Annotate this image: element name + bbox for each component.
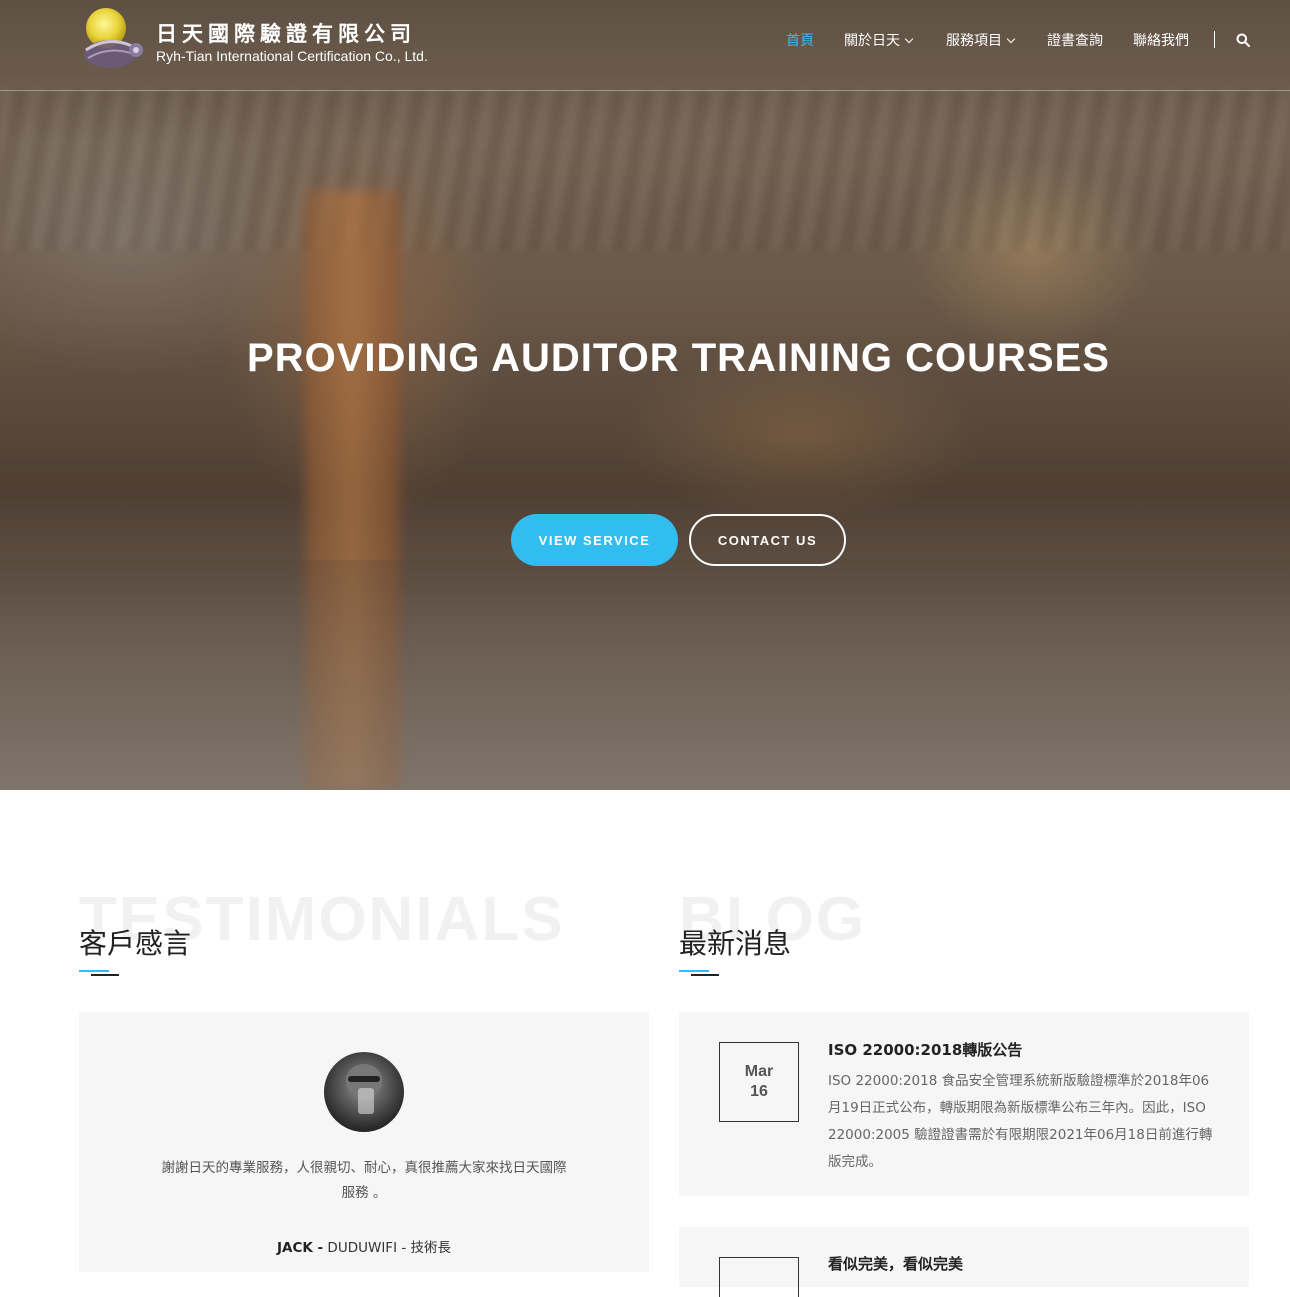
hero-title: PROVIDING AUDITOR TRAINING COURSES xyxy=(247,336,1110,380)
post-excerpt: ISO 22000:2018 食品安全管理系統新版驗證標準於2018年06月19… xyxy=(828,1073,1213,1170)
nav-item-label: 聯絡我們 xyxy=(1133,33,1189,49)
nav-item-label: 服務項目 xyxy=(946,33,1002,49)
nav-item-about[interactable]: 關於日天 xyxy=(844,30,914,50)
blog-title-underline xyxy=(679,970,719,976)
hero-overlay xyxy=(0,0,1290,790)
post-date-month: Mar xyxy=(744,1063,774,1080)
brand-name-en: Ryh-Tian International Certification Co.… xyxy=(156,48,428,64)
blog-post-card: Mar 16 ISO 22000:2018轉版公告 ISO 22000:2018… xyxy=(679,1012,1249,1196)
testimonial-card: 謝謝日天的專業服務，人很親切、耐心，真很推薦大家來找日天國際服務 。 JACK … xyxy=(79,1012,649,1272)
logo-emblem-icon xyxy=(84,8,143,68)
nav-item-contact[interactable]: 聯絡我們 xyxy=(1133,30,1189,50)
post-date-day: 16 xyxy=(750,1083,768,1100)
site-logo[interactable]: 日天國際驗證有限公司 Ryh-Tian International Certif… xyxy=(80,4,440,76)
chevron-down-icon xyxy=(1006,34,1016,44)
post-date-box xyxy=(719,1257,799,1297)
nav-item-label: 首頁 xyxy=(786,33,814,49)
nav-item-home[interactable]: 首頁 xyxy=(786,30,814,50)
brand-name-cn: 日天國際驗證有限公司 xyxy=(156,22,416,46)
post-title-link[interactable]: 看似完美，看似完美 xyxy=(828,1253,963,1274)
hero-banner xyxy=(0,0,1290,790)
nav-item-services[interactable]: 服務項目 xyxy=(946,30,1016,50)
nav-item-certificate-lookup[interactable]: 證書查詢 xyxy=(1047,30,1103,50)
chevron-down-icon xyxy=(904,34,914,44)
author-company: DUDUWIFI - 技術長 xyxy=(327,1240,452,1256)
view-service-button[interactable]: VIEW SERVICE xyxy=(511,514,678,566)
search-icon[interactable] xyxy=(1236,33,1250,47)
testimonial-quote: 謝謝日天的專業服務，人很親切、耐心，真很推薦大家來找日天國際服務 。 xyxy=(161,1160,567,1201)
avatar xyxy=(324,1052,404,1132)
testimonials-title: 客戶感言 xyxy=(79,927,192,960)
nav-item-label: 關於日天 xyxy=(844,33,900,49)
author-name: JACK - xyxy=(276,1240,324,1256)
contact-us-button[interactable]: CONTACT US xyxy=(689,514,846,566)
nav-item-label: 證書查詢 xyxy=(1047,33,1103,49)
post-title-link[interactable]: ISO 22000:2018轉版公告 xyxy=(828,1039,1022,1060)
blog-post-card: 看似完美，看似完美 xyxy=(679,1227,1249,1297)
blog-title: 最新消息 xyxy=(679,927,792,960)
testimonials-title-underline xyxy=(79,970,119,976)
site-header: 日天國際驗證有限公司 Ryh-Tian International Certif… xyxy=(0,0,1290,91)
testimonial-author: JACK - DUDUWIFI - 技術長 xyxy=(79,1236,649,1256)
post-date-box: Mar 16 xyxy=(719,1042,799,1122)
nav-divider xyxy=(1214,31,1215,48)
